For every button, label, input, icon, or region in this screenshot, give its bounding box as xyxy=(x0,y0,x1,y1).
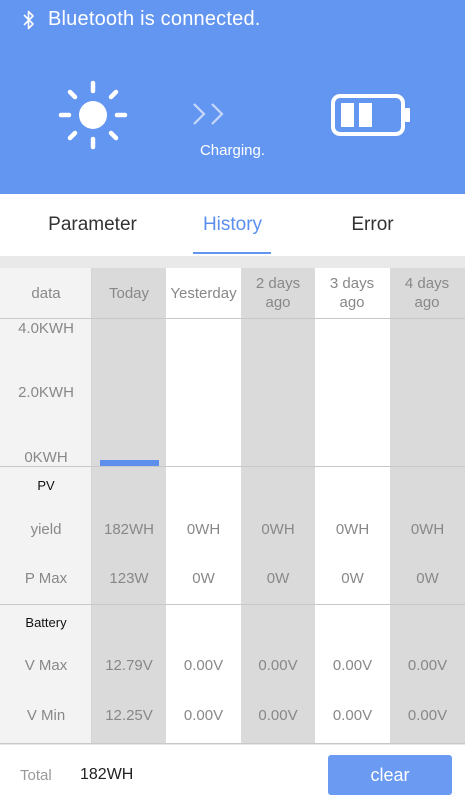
battery-section-title: Battery xyxy=(25,615,67,630)
divider xyxy=(0,604,465,605)
v-min-3-days-ago: 0.00V xyxy=(332,707,373,724)
row-label-p-max: P Max xyxy=(24,570,68,587)
p-max-2-days-ago: 0W xyxy=(266,570,290,587)
bluetooth-status: Bluetooth is connected. xyxy=(22,8,261,31)
divider xyxy=(0,318,465,319)
yield-today: 182WH xyxy=(103,521,155,538)
v-max-3-days-ago: 0.00V xyxy=(332,657,373,674)
row-label-v-max: V Max xyxy=(24,657,68,674)
axis-label-4kwh: 4.0KWH xyxy=(18,320,74,337)
v-min-yesterday: 0.00V xyxy=(183,707,224,724)
sun-icon xyxy=(58,80,128,150)
total-label: Total xyxy=(20,767,52,784)
yield-2-days-ago: 0WH xyxy=(261,521,295,538)
v-max-yesterday: 0.00V xyxy=(183,657,224,674)
battery-icon xyxy=(331,94,410,136)
v-min-today: 12.25V xyxy=(105,707,153,724)
row-label-v-min: V Min xyxy=(26,707,66,724)
divider xyxy=(0,256,465,268)
p-max-4-days-ago: 0W xyxy=(416,570,439,587)
footer-bar: Total 182WH clear xyxy=(0,744,465,800)
bluetooth-icon xyxy=(23,10,34,29)
active-tab-indicator xyxy=(193,252,271,254)
v-max-4-days-ago: 0.00V xyxy=(407,657,448,674)
tab-bar: Parameter History Error xyxy=(0,194,465,256)
yield-4-days-ago: 0WH xyxy=(410,521,445,538)
divider xyxy=(0,466,465,467)
tab-parameter[interactable]: Parameter xyxy=(15,194,170,256)
bluetooth-status-text: Bluetooth is connected. xyxy=(48,8,261,30)
history-table[interactable]: data Today Yesterday 2 days ago 3 days a… xyxy=(0,268,465,744)
column-header-yesterday: Yesterday xyxy=(170,284,237,302)
column-header-2-days-ago: 2 days ago xyxy=(255,275,301,311)
tab-error[interactable]: Error xyxy=(295,194,450,256)
row-label-yield: yield xyxy=(30,521,62,538)
column-header-data: data xyxy=(31,284,61,302)
column-header-today: Today xyxy=(108,284,150,302)
total-value: 182WH xyxy=(80,766,134,783)
tab-history[interactable]: History xyxy=(155,194,310,256)
v-min-4-days-ago: 0.00V xyxy=(407,707,448,724)
v-max-2-days-ago: 0.00V xyxy=(258,657,298,674)
charging-status-text: Charging. xyxy=(199,142,266,159)
p-max-3-days-ago: 0W xyxy=(341,570,364,587)
charging-status: Charging. xyxy=(0,142,465,159)
v-max-today: 12.79V xyxy=(105,657,153,674)
today-yield-bar xyxy=(100,460,159,466)
v-min-2-days-ago: 0.00V xyxy=(258,707,298,724)
status-header: Bluetooth is connected. Charging. xyxy=(0,0,465,194)
clear-button[interactable]: clear xyxy=(328,755,452,795)
p-max-today: 123W xyxy=(109,570,149,587)
p-max-yesterday: 0W xyxy=(192,570,215,587)
axis-label-2kwh: 2.0KWH xyxy=(18,384,74,401)
double-chevron-right-icon xyxy=(193,103,224,125)
yield-3-days-ago: 0WH xyxy=(335,521,370,538)
axis-label-0kwh: 0KWH xyxy=(24,449,68,466)
yield-yesterday: 0WH xyxy=(186,521,221,538)
column-header-4-days-ago: 4 days ago xyxy=(404,275,450,311)
column-header-3-days-ago: 3 days ago xyxy=(329,275,375,311)
pv-section-title: PV xyxy=(37,478,55,493)
